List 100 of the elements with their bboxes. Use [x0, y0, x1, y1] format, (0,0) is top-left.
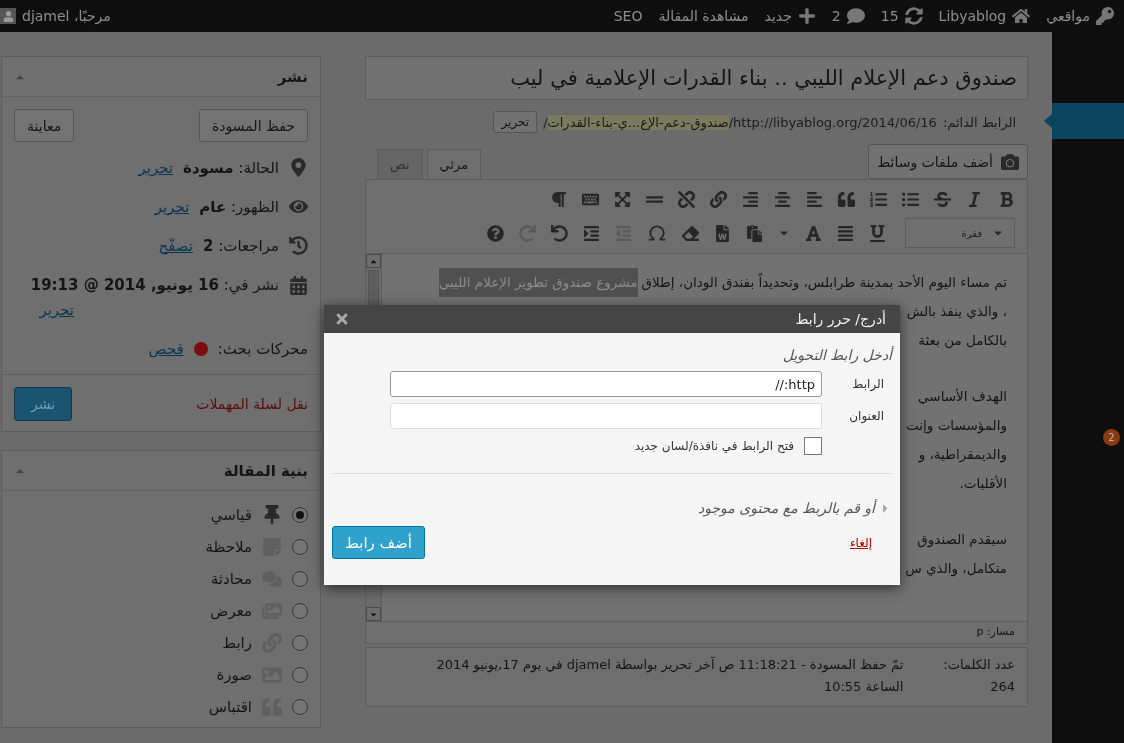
expand-icon[interactable] — [614, 190, 631, 208]
format-label: ملاحظة — [205, 538, 252, 556]
paragraph-text: تم مساء اليوم الأحد بمدينة طرابلس، وتحديداً بفندق الودان، إطلاق — [641, 272, 1007, 293]
preview-button[interactable]: معاينة — [14, 109, 75, 142]
paragraph-text: والمؤسسات وإنت — [906, 416, 1007, 436]
account-greeting[interactable]: مرحبًا، djamel — [22, 8, 111, 24]
align-left-icon[interactable] — [806, 190, 823, 208]
field-label: العنوان — [848, 409, 884, 423]
title-field[interactable]: صندوق دعم الإعلام الليبي .. بناء القدرات الإعلامية في ليب — [365, 56, 1028, 100]
add-media-button[interactable]: أضف ملفات وسائط — [868, 144, 1028, 179]
radio-button[interactable] — [292, 539, 308, 555]
paragraph-text: متكامل، والذي س — [905, 559, 1007, 579]
key-icon — [1096, 7, 1114, 25]
publish-date: نشر في: 16 يونيو, 2014 @ 19:13 — [30, 276, 279, 294]
edit-link[interactable]: تحرير — [138, 158, 174, 177]
word-document-icon[interactable] — [714, 224, 731, 242]
bullet-list-icon[interactable] — [902, 190, 919, 208]
admin-bar-link[interactable]: مواقعي — [1046, 8, 1090, 24]
permalink-slug[interactable]: صندوق-دعم-الإع...ي-بناء-القدرات — [547, 114, 729, 130]
justify-icon[interactable] — [837, 224, 854, 242]
admin-bar-link[interactable]: Libyablog — [938, 8, 1007, 24]
radio-button[interactable] — [292, 603, 308, 619]
pilcrow-icon[interactable] — [550, 190, 567, 208]
checkbox[interactable] — [804, 437, 822, 455]
eraser-icon[interactable] — [682, 224, 699, 242]
radio-button[interactable] — [292, 635, 308, 651]
close-icon[interactable] — [334, 311, 350, 327]
admin-bar-link[interactable]: SEO — [613, 8, 643, 24]
panel-title: نشر — [277, 67, 308, 86]
count-badge: 2 — [1103, 429, 1120, 446]
checkbox-label: فتح الرابط في نافذة/لسان جديد — [634, 439, 794, 453]
eye-icon — [289, 197, 308, 216]
admin-bar-link[interactable]: جديد — [764, 8, 792, 24]
camera-icon — [1001, 152, 1019, 171]
radio-button[interactable] — [292, 507, 308, 523]
check-link[interactable]: فحص — [148, 339, 184, 358]
paragraph-text: الهدف الأساسي — [918, 387, 1007, 407]
undo-icon[interactable] — [551, 224, 568, 242]
format-label: رابط — [222, 634, 252, 652]
existing-content-toggle[interactable]: أو قم بالربط مع محتوى موجود — [698, 500, 892, 516]
link-icon[interactable] — [710, 190, 727, 208]
word-count-label: عدد الكلمات: — [943, 656, 1015, 674]
format-label: اقتباس — [208, 698, 252, 716]
scroll-down-icon[interactable] — [366, 607, 381, 621]
history-icon — [289, 236, 308, 255]
input-field[interactable] — [390, 403, 822, 429]
radio-button[interactable] — [292, 571, 308, 587]
element-path: مسار: p — [976, 625, 1015, 638]
unlink-icon[interactable] — [678, 190, 695, 208]
admin-bar-link[interactable]: 2 — [831, 8, 841, 24]
help-icon[interactable] — [487, 224, 504, 242]
avatar-icon[interactable] — [0, 8, 16, 24]
admin-bar-link[interactable]: مشاهدة المقالة — [658, 8, 749, 24]
strikethrough-icon[interactable] — [934, 190, 951, 208]
edit-link[interactable]: تحرير — [39, 301, 74, 319]
calendar-icon — [289, 275, 308, 295]
field-label: الرابط — [851, 377, 884, 391]
align-center-icon[interactable] — [774, 190, 791, 208]
permalink-slash: / — [543, 114, 548, 130]
comment-icon — [846, 7, 865, 25]
format-label: محادثة — [210, 570, 252, 588]
numbered-list-icon[interactable] — [870, 190, 887, 208]
paragraph-text: سيقدم الصندوق — [917, 530, 1007, 550]
font-color-icon[interactable] — [805, 224, 822, 242]
edit-link[interactable]: تصفّح — [158, 236, 194, 255]
quote-icon[interactable] — [838, 190, 855, 208]
radio-button[interactable] — [292, 699, 308, 715]
add-link-button[interactable]: أضف رابط — [332, 526, 426, 559]
scroll-up-icon[interactable] — [366, 254, 381, 268]
pointer-arrow — [1044, 114, 1052, 128]
edit-link[interactable]: تحرير — [154, 197, 190, 216]
omega-icon[interactable] — [647, 223, 667, 243]
autosave-note: تمّ حفظ المسودة - 11:18:21 ص آخر تحرير بواسطة djamel في يوم 17,يونيو 2014 الساعة 10:55 — [435, 655, 904, 696]
indent-icon[interactable] — [583, 224, 600, 242]
format-label: معرض — [210, 602, 252, 620]
format-select[interactable]: فقرة — [905, 218, 1015, 248]
input-field[interactable]: http:// — [390, 371, 822, 397]
meta-text: الظهور: عام — [199, 197, 279, 216]
editor-tab[interactable]: مرئي — [426, 149, 482, 179]
paragraph-text: ، والذي ينفذ بالش — [906, 302, 1007, 322]
admin-bar-link[interactable]: 15 — [880, 8, 899, 24]
dialog-title: أدرج/ حرر رابط — [795, 311, 886, 327]
plus-icon — [797, 7, 816, 25]
edit-permalink-button[interactable]: تحرير — [493, 111, 538, 133]
permalink-url: http://libyablog.org/2014/06/16/ — [728, 114, 937, 130]
map-pin-icon — [289, 158, 308, 177]
radio-button[interactable] — [292, 667, 308, 683]
trash-link[interactable]: نقل لسلة المهملات — [196, 396, 308, 412]
clipboard-icon[interactable] — [746, 224, 763, 242]
cancel-link[interactable]: إلغاء — [849, 535, 872, 550]
align-right-icon[interactable] — [742, 190, 759, 208]
selected-text: مشروع صندوق تطوير الإعلام الليبي — [438, 268, 638, 297]
bold-icon[interactable] — [998, 190, 1015, 208]
seo-label: محركات بحث: — [217, 339, 308, 358]
meta-text: الحالة: مسودة — [183, 158, 279, 177]
publish-button[interactable]: نشر — [14, 387, 73, 421]
paragraph-text: الأقليات. — [959, 474, 1007, 493]
save-draft-button[interactable]: حفظ المسودة — [199, 109, 308, 142]
italic-icon[interactable] — [966, 190, 983, 208]
underline-icon[interactable] — [869, 224, 886, 242]
